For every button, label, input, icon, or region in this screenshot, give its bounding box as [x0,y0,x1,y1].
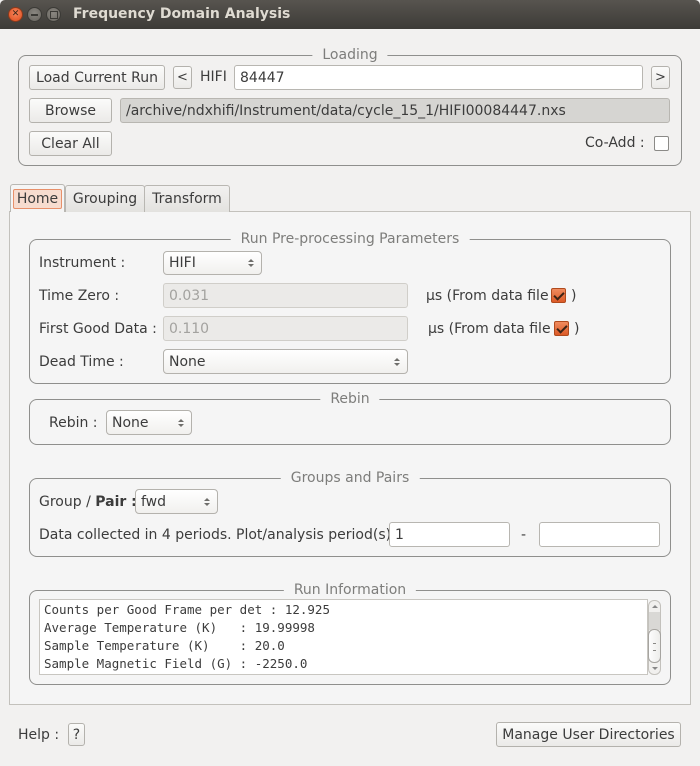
group-label: Group / [39,494,96,510]
instrument-prefix-label: HIFI [200,69,227,85]
tab-grouping[interactable]: Grouping [65,185,145,212]
dead-time-select-value: None [169,353,206,370]
periods-label: Data collected in 4 periods. Plot/analys… [39,527,401,543]
instrument-label: Instrument : [39,255,126,271]
clear-all-button[interactable]: Clear All [29,131,112,156]
first-good-data-from-file-checkbox[interactable] [554,321,569,336]
tab-home[interactable]: Home [10,184,65,212]
first-good-data-unit-label: µs (From data file [428,321,551,337]
dead-time-label: Dead Time : [39,354,124,370]
spinner-arrows-icon [248,259,254,267]
run-number-input[interactable]: 84447 [234,65,643,90]
group-pair-select[interactable]: fwd [135,489,218,514]
preprocessing-group-title: Run Pre-processing Parameters [230,231,470,247]
coadd-checkbox[interactable] [654,136,669,151]
minimize-window-button[interactable] [27,7,42,22]
time-zero-input[interactable]: 0.031 [163,283,408,308]
instrument-select-value: HIFI [169,255,196,271]
close-window-button[interactable]: ✕ [8,7,23,22]
tab-grouping-label: Grouping [72,191,138,207]
period-to-input[interactable] [539,522,660,547]
manage-user-directories-button[interactable]: Manage User Directories [496,722,681,747]
time-zero-unit-label: µs (From data file [426,288,549,304]
groups-pairs-group-title: Groups and Pairs [280,470,420,486]
rebin-select[interactable]: None [106,410,192,435]
period-dash: - [521,527,527,543]
instrument-select[interactable]: HIFI [163,251,262,275]
spinner-arrows-icon [178,418,184,427]
load-current-run-button[interactable]: Load Current Run [29,65,165,90]
first-good-data-label: First Good Data : [39,321,157,337]
pair-label: Pair : [95,494,137,510]
run-info-line: Average Temperature (K) : 19.99998 [44,620,315,635]
run-information-scrollbar[interactable] [648,600,661,675]
file-path-field: /archive/ndxhifi/Instrument/data/cycle_1… [120,98,670,123]
tab-home-label: Home [12,188,63,209]
spinner-arrows-icon [204,497,210,506]
run-info-line: Sample Magnetic Field (G) : -2250.0 [44,656,308,671]
coadd-label: Co-Add : [585,135,645,151]
next-run-button[interactable]: > [651,66,670,89]
group-pair-label: Group / Pair : [39,494,137,510]
maximize-window-button[interactable] [46,7,61,22]
first-good-data-input[interactable]: 0.110 [163,316,408,341]
scroll-track [649,612,660,630]
scroll-up-icon[interactable] [652,605,658,608]
scrollbar-thumb[interactable] [648,629,661,663]
browse-button[interactable]: Browse [29,98,112,123]
first-good-data-close-paren: ) [574,321,580,337]
time-zero-from-file-checkbox[interactable] [551,288,566,303]
run-information-text[interactable]: Counts per Good Frame per det : 12.925 Av… [39,599,648,675]
group-pair-select-value: fwd [141,493,167,510]
run-info-line: Sample Temperature (K) : 20.0 [44,638,285,653]
time-zero-label: Time Zero : [39,288,120,304]
help-label: Help : [18,727,60,743]
help-button[interactable]: ? [68,723,85,746]
tab-transform-label: Transform [152,191,222,207]
rebin-select-value: None [112,414,149,431]
dead-time-select[interactable]: None [163,349,408,374]
run-info-line: Counts per Good Frame per det : 12.925 [44,602,330,617]
run-information-group-title: Run Information [283,582,417,598]
loading-group-title: Loading [312,47,388,63]
rebin-group-title: Rebin [320,391,380,407]
period-from-input[interactable]: 1 [389,522,510,547]
scroll-down-icon[interactable] [652,667,658,670]
tab-transform[interactable]: Transform [144,185,230,212]
time-zero-close-paren: ) [571,288,577,304]
previous-run-button[interactable]: < [173,66,192,89]
window-titlebar: ✕ Frequency Domain Analysis [0,0,700,29]
window-title: Frequency Domain Analysis [73,6,291,22]
spinner-arrows-icon [394,357,400,366]
rebin-label: Rebin : [49,415,98,431]
